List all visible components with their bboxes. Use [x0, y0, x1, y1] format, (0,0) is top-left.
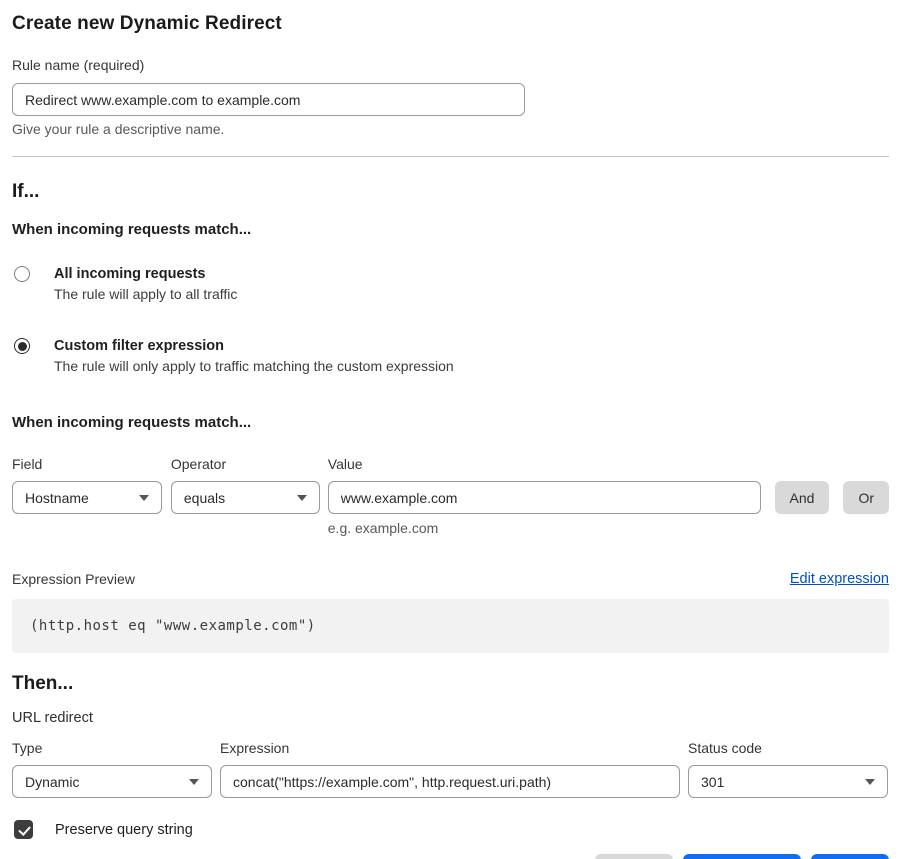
value-help: e.g. example.com	[328, 520, 761, 537]
value-input[interactable]	[328, 481, 761, 514]
if-heading: If...	[12, 180, 889, 204]
preserve-query-row[interactable]: Preserve query string	[12, 820, 889, 839]
cancel-button[interactable]: Cancel	[595, 854, 673, 859]
chevron-down-icon	[865, 779, 875, 785]
value-label: Value	[328, 456, 761, 473]
operator-label: Operator	[171, 456, 320, 473]
radio-label-all-requests: All incoming requests	[54, 264, 237, 284]
footer-actions: Cancel Save as Draft Deploy	[12, 854, 889, 859]
rule-name-label: Rule name (required)	[12, 57, 889, 74]
radio-button-custom-filter[interactable]	[14, 338, 30, 354]
status-code-select[interactable]: 301	[688, 765, 888, 798]
edit-expression-link[interactable]: Edit expression	[790, 570, 889, 588]
operator-select-value: equals	[184, 490, 225, 506]
chevron-down-icon	[189, 779, 199, 785]
field-label: Field	[12, 456, 162, 473]
field-select[interactable]: Hostname	[12, 481, 162, 514]
then-heading: Then...	[12, 672, 889, 696]
url-redirect-label: URL redirect	[12, 709, 889, 727]
preserve-query-label: Preserve query string	[55, 822, 193, 838]
rule-name-section: Rule name (required) Give your rule a de…	[12, 57, 889, 138]
if-match-heading: When incoming requests match...	[12, 220, 889, 240]
radio-option-all-requests[interactable]: All incoming requests The rule will appl…	[12, 264, 889, 305]
page-title: Create new Dynamic Redirect	[12, 12, 889, 36]
chevron-down-icon	[297, 495, 307, 501]
radio-label-custom-filter: Custom filter expression	[54, 336, 454, 356]
radio-button-all-requests[interactable]	[14, 266, 30, 282]
chevron-down-icon	[139, 495, 149, 501]
status-code-label: Status code	[688, 740, 888, 757]
type-select-value: Dynamic	[25, 774, 79, 790]
field-select-value: Hostname	[25, 490, 89, 506]
redirect-expression-label: Expression	[220, 740, 680, 757]
save-as-draft-button[interactable]: Save as Draft	[683, 854, 802, 859]
rule-name-help: Give your rule a descriptive name.	[12, 121, 889, 138]
filter-builder-row: Field Hostname Operator equals Value e.g…	[12, 456, 889, 537]
expression-preview-header: Expression Preview Edit expression	[12, 570, 889, 588]
expression-preview-code: (http.host eq "www.example.com")	[30, 618, 316, 634]
or-button[interactable]: Or	[843, 481, 889, 514]
redirect-config-row: Type Dynamic Expression Status code 301	[12, 740, 889, 798]
expression-preview-box: (http.host eq "www.example.com")	[12, 599, 889, 653]
section-divider	[12, 156, 889, 157]
status-code-select-value: 301	[701, 774, 724, 790]
radio-desc-all-requests: The rule will apply to all traffic	[54, 284, 237, 305]
expression-preview-label: Expression Preview	[12, 571, 135, 588]
preserve-query-checkbox[interactable]	[14, 820, 33, 839]
builder-match-heading: When incoming requests match...	[12, 413, 889, 433]
and-button[interactable]: And	[775, 481, 830, 514]
radio-desc-custom-filter: The rule will only apply to traffic matc…	[54, 356, 454, 377]
type-label: Type	[12, 740, 212, 757]
radio-option-custom-filter[interactable]: Custom filter expression The rule will o…	[12, 336, 889, 377]
deploy-button[interactable]: Deploy	[811, 854, 889, 859]
redirect-expression-input[interactable]	[220, 765, 680, 798]
type-select[interactable]: Dynamic	[12, 765, 212, 798]
operator-select[interactable]: equals	[171, 481, 320, 514]
rule-name-input[interactable]	[12, 83, 525, 116]
